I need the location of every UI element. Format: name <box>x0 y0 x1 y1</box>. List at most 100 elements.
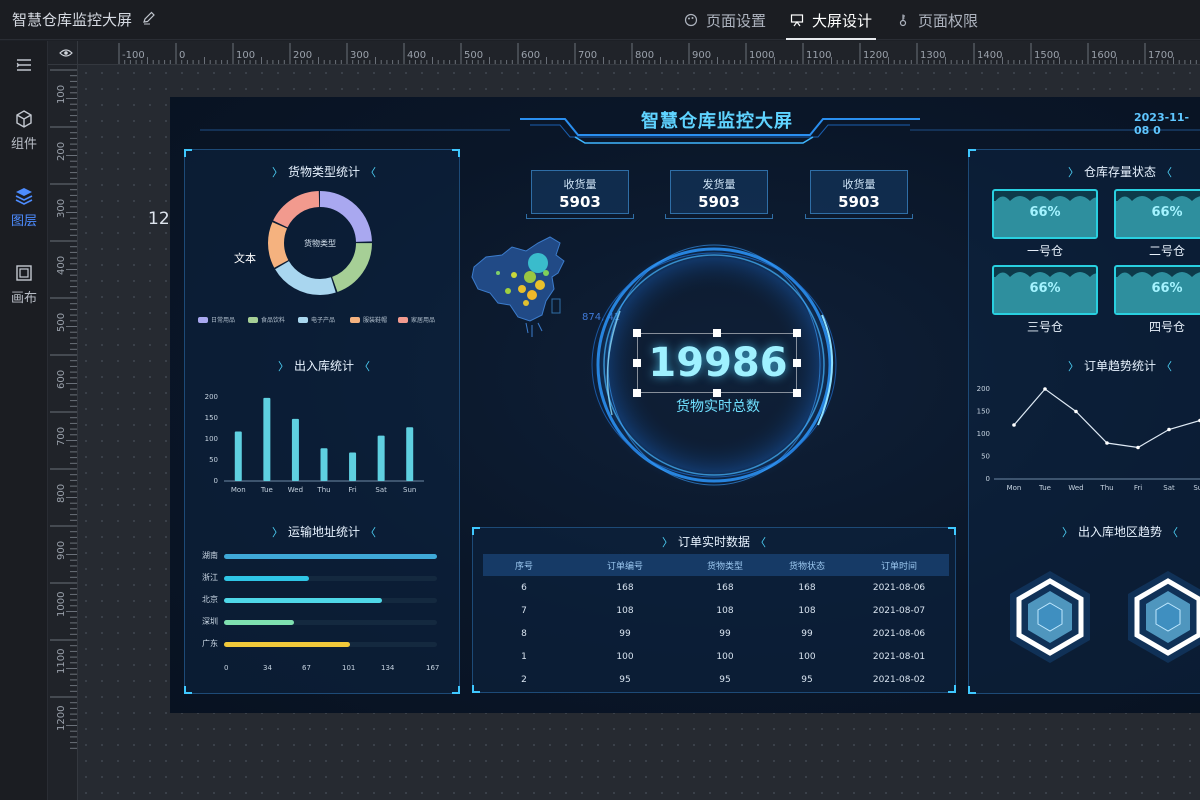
table-cell: 8 <box>521 628 527 639</box>
orders-table: 序号 订单编号 货物类型 货物状态 订单时间 6 168 168 168 2021-08… <box>483 554 949 691</box>
ruler-tick-label: 700 <box>578 50 597 61</box>
warehouse-level-gauge[interactable]: 66% <box>992 265 1098 315</box>
edit-title-icon[interactable] <box>142 11 156 25</box>
rail-item-canvas[interactable]: 画布 <box>0 263 48 306</box>
y-tick-label: 50 <box>981 453 990 461</box>
top-bar: 智慧仓库监控大屏 页面设置 大屏设计 页面权限 <box>0 0 1200 40</box>
warehouse-level-gauge[interactable]: 66% <box>1114 189 1200 239</box>
stat-value: 5903 <box>838 193 880 211</box>
x-tick-label: Wed <box>1068 484 1083 492</box>
table-row[interactable]: 1 100 100 100 2021-08-01 <box>483 645 949 668</box>
warehouse-level-gauge[interactable]: 66% <box>1114 265 1200 315</box>
cube-icon <box>16 110 32 128</box>
transport-bar-track <box>224 642 437 647</box>
menu-toggle-icon[interactable] <box>14 57 34 73</box>
column-header[interactable]: 订单编号 <box>565 554 685 576</box>
rail-item-layers[interactable]: 图层 <box>0 186 48 229</box>
warehouse-level-gauge[interactable]: 66% <box>992 189 1098 239</box>
screen-design-icon <box>790 14 804 27</box>
total-goods-label: 货物实时总数 <box>676 399 760 415</box>
transport-axis-tick: 34 <box>263 664 272 672</box>
tab-screen-design[interactable]: 大屏设计 <box>786 0 892 40</box>
data-point <box>1136 445 1140 450</box>
ruler-tick-label: 900 <box>56 541 67 560</box>
app-title: 智慧仓库监控大屏 <box>12 11 133 29</box>
tab-page-permissions[interactable]: 页面权限 <box>892 0 998 40</box>
bar <box>349 452 357 481</box>
text-label[interactable]: 文本 <box>234 250 256 266</box>
section-title-orders: 〉订单实时数据〈 <box>661 535 766 549</box>
transport-bar-fill <box>224 642 350 647</box>
transport-bar-fill <box>224 620 295 625</box>
ruler-tick-label: 300 <box>350 50 369 61</box>
legend-swatch <box>298 317 308 323</box>
table-cell: 2021-08-02 <box>872 674 926 685</box>
ruler-tick-label: 400 <box>56 256 67 275</box>
tab-page-settings[interactable]: 页面设置 <box>680 0 786 40</box>
table-row[interactable]: 8 99 99 99 2021-08-06 <box>483 622 949 645</box>
transport-bar-label: 浙江 <box>202 573 218 582</box>
transport-bar-track <box>224 620 437 625</box>
table-cell: 95 <box>801 674 813 685</box>
in-out-bar-chart[interactable]: 0 50 100 150 200 Mon Tue Wed Thu Fri Sat Sun <box>198 387 430 497</box>
series-line <box>1013 388 1200 449</box>
horizontal-ruler[interactable]: -100 0 100 200 300 400 500 600 700 800 900 1000 1100… <box>78 41 1200 65</box>
stat-label: 发货量 <box>702 178 736 191</box>
order-trend-line-chart[interactable]: 0 50 100 150 200 Mon Tue Wed Thu Fri Sat Sun <box>970 383 1200 497</box>
column-header[interactable]: 序号 <box>483 554 565 576</box>
table-row[interactable]: 7 108 108 108 2021-08-07 <box>483 599 949 622</box>
ruler-tick-label: 200 <box>293 50 312 61</box>
dashboard-screen[interactable]: 智慧仓库监控大屏 2023-11-08 0 〉货物类型统计〈 货物类型 文本 日… <box>170 97 1200 713</box>
column-header[interactable]: 订单时间 <box>849 554 949 576</box>
y-tick-label: 0 <box>986 475 990 483</box>
ruler-tick-label: 100 <box>56 85 67 104</box>
y-tick-label: 200 <box>977 385 990 393</box>
transport-axis-tick: 167 <box>426 664 440 672</box>
total-goods-number[interactable]: 19986 <box>638 333 798 393</box>
section-title-stock: 〉仓库存量状态〈 <box>1067 165 1172 179</box>
y-tick-label: 100 <box>977 430 990 438</box>
bar <box>320 448 328 481</box>
ruler-tick-label: 1200 <box>56 706 67 731</box>
china-map[interactable] <box>468 233 572 349</box>
column-header[interactable]: 货物类型 <box>685 554 765 576</box>
ruler-tick-label: 900 <box>692 50 711 61</box>
gauge-wave <box>994 272 1096 279</box>
stat-card[interactable]: 收货量 5903 <box>805 170 913 219</box>
x-tick-label: Sun <box>1193 484 1200 492</box>
ruler-tick-label: 1100 <box>56 649 67 674</box>
stat-card[interactable]: 发货量 5903 <box>665 170 773 219</box>
section-title-goods-type: 〉货物类型统计〈 <box>271 165 376 179</box>
ruler-tick-label: 0 <box>179 50 185 61</box>
ruler-tick-label: 600 <box>56 370 67 389</box>
y-tick-label: 0 <box>214 477 218 485</box>
bar <box>406 427 414 481</box>
goods-type-donut-chart[interactable]: 货物类型 <box>260 185 380 301</box>
ruler-ticks: -100 0 100 200 300 400 500 600 700 800 900 1000 1100… <box>118 43 1197 64</box>
transport-axis-tick: 101 <box>342 664 356 672</box>
vertical-ruler[interactable]: 100 200 300 400 500 600 700 800 900 1000 1100 1200 <box>48 65 78 800</box>
table-row[interactable]: 6 168 168 168 2021-08-06 <box>483 576 949 599</box>
region-radar-charts[interactable] <box>986 549 1200 679</box>
rail-item-components[interactable]: 组件 <box>0 109 48 152</box>
legend-label: 服装鞋帽 <box>363 317 388 324</box>
gauge-wave <box>1116 196 1200 203</box>
table-cell: 95 <box>719 674 731 685</box>
legend-item: 食品饮料 <box>248 315 285 324</box>
y-tick-label: 150 <box>977 408 990 416</box>
stat-card[interactable]: 收货量 5903 <box>526 170 634 219</box>
ruler-tick-label: 1400 <box>977 50 1002 61</box>
table-cell: 100 <box>798 651 816 662</box>
left-rail: 组件 图层 画布 <box>0 41 48 800</box>
data-point <box>1043 387 1047 391</box>
column-header[interactable]: 货物状态 <box>765 554 849 576</box>
transport-bar-track <box>224 554 437 559</box>
legend-item: 家居用品 <box>398 315 435 324</box>
section-title-in-out: 〉出入库统计〈 <box>277 359 370 373</box>
rail-label: 画布 <box>10 291 37 306</box>
ruler-tick-label: 800 <box>635 50 654 61</box>
ruler-tick-label: 1000 <box>749 50 774 61</box>
eye-icon[interactable] <box>59 48 73 58</box>
table-row[interactable]: 2 95 95 95 2021-08-02 <box>483 668 949 691</box>
transport-bar-fill <box>224 554 437 559</box>
